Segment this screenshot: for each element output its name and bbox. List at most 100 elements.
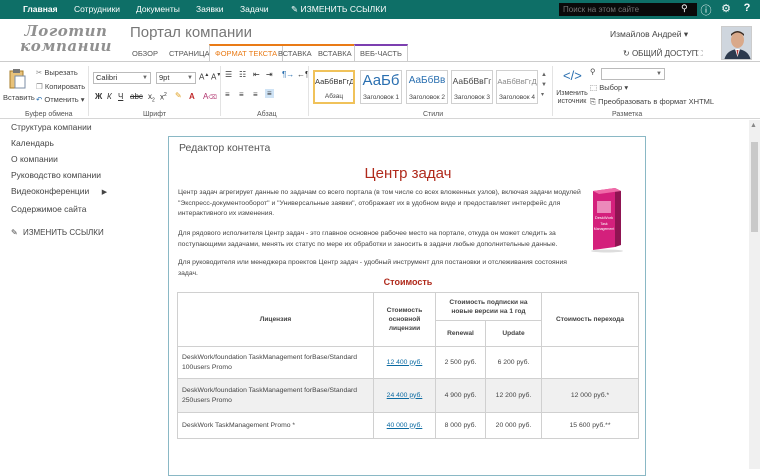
style-sample: АаБбВв [408, 75, 446, 86]
nav-calendar[interactable]: Календарь [11, 138, 54, 148]
price-link[interactable]: 40 000 руб. [373, 412, 436, 439]
tab-page[interactable]: СТРАНИЦА [164, 46, 215, 61]
tab-insert-2[interactable]: ВСТАВКА [313, 44, 357, 62]
nav-management[interactable]: Руководство компании [11, 170, 101, 180]
bullet-list-icon[interactable]: ☰ [225, 70, 232, 79]
bold-icon[interactable]: Ж [95, 92, 102, 101]
search-input[interactable] [559, 3, 697, 16]
style-name: Абзац [324, 93, 344, 100]
style-heading-3[interactable]: АаБбВвГг Заголовок 3 [451, 70, 493, 104]
license-name: DeskWork TaskManagement Promo * [177, 412, 374, 439]
scrollbar-thumb[interactable] [751, 142, 758, 232]
update-price: 12 200 руб. [485, 378, 542, 413]
nav-site-contents[interactable]: Содержимое сайта [11, 204, 86, 214]
gear-icon[interactable]: ⚙ [720, 2, 732, 15]
convert-xhtml-button[interactable]: ⎘ Преобразовать в формат XHTML [590, 97, 714, 107]
company-logo[interactable]: Логотип компании [18, 24, 114, 54]
price-link[interactable]: 24 400 руб. [373, 378, 436, 413]
paste-icon[interactable] [8, 68, 26, 92]
tab-insert[interactable]: ВСТАВКА [273, 44, 317, 62]
markup-style-select[interactable]: ▼ [601, 68, 665, 80]
license-name: DeskWork/foundation TaskManagement forBa… [177, 378, 374, 413]
superscript-icon[interactable]: x2 [160, 92, 167, 102]
renewal-price: 8 000 руб. [435, 412, 486, 439]
style-heading-1[interactable]: АаБб Заголовок 1 [360, 70, 402, 104]
style-heading-4[interactable]: АаБбВвГгД Заголовок 4 [496, 70, 538, 104]
nav-videoconference[interactable]: Видеоконференции ▶ [11, 186, 107, 196]
tab-web-part[interactable]: ВЕБ-ЧАСТЬ [354, 44, 408, 62]
col-update: Update [485, 320, 542, 347]
nav-employees[interactable]: Сотрудники [74, 4, 120, 14]
table-row: DeskWork/foundation TaskManagement forBa… [177, 346, 639, 379]
nav-requests[interactable]: Заявки [196, 4, 223, 14]
ltr-icon[interactable]: ¶→ [282, 70, 294, 79]
subscript-icon[interactable]: x2 [148, 92, 155, 104]
italic-icon[interactable]: К [107, 92, 112, 101]
table-row: DeskWork/foundation TaskManagement forBa… [177, 378, 639, 413]
highlight-icon[interactable]: ✎ [175, 91, 182, 100]
nav-about[interactable]: О компании [11, 154, 58, 164]
group-label-markup: Разметка [612, 111, 643, 118]
table-header-row: Лицензия Стоимость основной лицензии Сто… [177, 292, 639, 347]
clear-format-icon[interactable]: A⌫ [203, 92, 217, 101]
style-sample: АаБбВвГгД [497, 77, 537, 86]
content-editor-webpart[interactable]: Редактор контента Центр задач Центр зада… [168, 136, 646, 476]
select-button[interactable]: ⬚ Выбор ▾ [590, 83, 628, 92]
chevron-down-icon: ▾ [624, 83, 629, 92]
col-license: Лицензия [177, 292, 374, 347]
avatar[interactable] [721, 26, 752, 60]
search-icon[interactable]: ⚲ [681, 3, 688, 14]
font-color-icon[interactable]: A [189, 92, 195, 101]
share-button[interactable]: ↻ ОБЩИЙ ДОСТУП [623, 49, 698, 58]
price-link[interactable]: 12 400 руб. [373, 346, 436, 379]
page-scrollbar[interactable]: ▲ [749, 120, 760, 469]
group-label-font: Шрифт [143, 111, 167, 118]
user-menu[interactable]: Измайлов Андрей ▾ [610, 29, 688, 40]
indent-icon[interactable]: ⇥ [266, 70, 273, 79]
edit-links-left[interactable]: ✎ ИЗМЕНИТЬ ССЫЛКИ [11, 228, 104, 237]
col-subscription: Стоимость подписки на новые версии на 1 … [435, 292, 542, 321]
help-icon[interactable]: ? [741, 2, 753, 14]
nav-home[interactable]: Главная [23, 4, 58, 14]
edit-links-top[interactable]: ✎ ИЗМЕНИТЬ ССЫЛКИ [291, 4, 386, 15]
scroll-up-icon[interactable]: ▲ [750, 122, 757, 129]
language-icon[interactable]: ⚲ [590, 67, 596, 76]
transition-price: 15 600 руб.** [541, 412, 639, 439]
cut-button[interactable]: ✂ Вырезать [36, 68, 78, 77]
font-family-select[interactable]: Calibri ▼ [93, 72, 151, 84]
align-left-icon[interactable]: ≡ [225, 90, 230, 99]
style-heading-2[interactable]: АаБбВв Заголовок 2 [406, 70, 448, 104]
group-label-clipboard: Буфер обмена [25, 111, 73, 118]
chevron-down-icon: ▼ [142, 75, 148, 81]
nav-tasks[interactable]: Задачи [240, 4, 269, 14]
undo-button[interactable]: ↶ Отменить ▾ [36, 95, 85, 104]
tab-review[interactable]: ОБЗОР [127, 46, 163, 61]
strikethrough-icon[interactable]: abc [130, 92, 143, 101]
style-paragraph[interactable]: АаБбВвГгД Абзац [313, 70, 355, 104]
edit-source-button[interactable]: Изменить источник [555, 90, 589, 106]
copy-button[interactable]: ❐ Копировать [36, 82, 85, 91]
info-icon[interactable]: ⓘ [700, 2, 712, 18]
share-label: ОБЩИЙ ДОСТУП [631, 49, 698, 58]
renewal-price: 4 900 руб. [435, 378, 486, 413]
portal-title[interactable]: Портал компании [130, 24, 252, 41]
price-table: Лицензия Стоимость основной лицензии Сто… [177, 292, 639, 439]
styles-scroll-icon[interactable]: ▲ ▼ ▾ [541, 70, 547, 100]
nav-company-structure[interactable]: Структура компании [11, 122, 92, 132]
font-size-select[interactable]: 9pt ▼ [156, 72, 196, 84]
nav-documents[interactable]: Документы [136, 4, 180, 14]
outdent-icon[interactable]: ⇤ [253, 70, 260, 79]
divider [552, 66, 553, 116]
underline-icon[interactable]: Ч [118, 92, 123, 101]
paste-button[interactable]: Вставить [3, 93, 35, 102]
focus-mode-icon[interactable]: ⛶ [697, 49, 703, 59]
edit-links-label: ИЗМЕНИТЬ ССЫЛКИ [300, 4, 387, 14]
justify-icon[interactable]: ≡ [265, 89, 274, 98]
product-box-image: DeskWork Task Management [588, 187, 624, 253]
align-right-icon[interactable]: ≡ [253, 90, 258, 99]
paragraph-1: Центр задач агрегирует данные по задачам… [178, 189, 581, 217]
numbered-list-icon[interactable]: ☷ [239, 70, 246, 79]
code-icon[interactable]: </> [563, 68, 582, 83]
grow-font-icon[interactable]: A▲ [199, 72, 209, 82]
align-center-icon[interactable]: ≡ [239, 90, 244, 99]
